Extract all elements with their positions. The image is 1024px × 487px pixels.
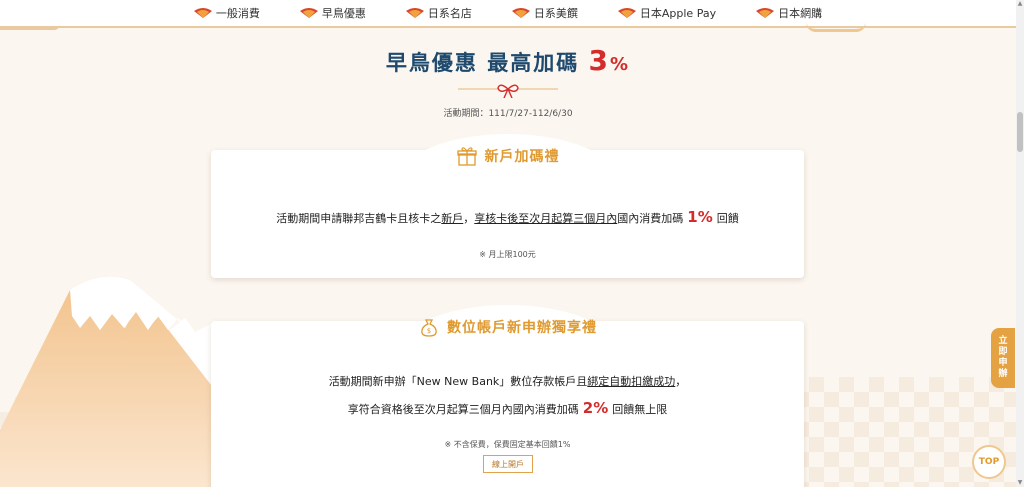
scrollbar-thumb[interactable]	[1017, 112, 1023, 152]
apply-char: 辦	[998, 369, 1008, 379]
nav-item-early-bird[interactable]: 早鳥優惠	[280, 5, 386, 21]
bonus-rate: 1%	[687, 208, 713, 226]
nav-item-label: 日系名店	[427, 7, 472, 20]
money-bag-icon: $	[421, 319, 437, 337]
fan-icon	[617, 8, 636, 18]
page-title: 早鳥優惠 最高加碼 3%	[0, 44, 1016, 77]
apply-char: 申	[998, 358, 1008, 368]
footnote: ※ 月上限100元	[479, 250, 536, 259]
nav-item-japan-online-shopping[interactable]: 日本網購	[736, 5, 842, 21]
max-bonus-number: 3	[588, 44, 611, 77]
nav-item-japan-apple-pay[interactable]: 日本Apple Pay	[598, 5, 736, 21]
svg-text:$: $	[427, 327, 431, 335]
nav-item-japanese-dining[interactable]: 日系美饌	[492, 5, 598, 21]
desc-text: 國內消費加碼	[617, 212, 684, 225]
card-description-line-1: 活動期間新申辦「New New Bank」數位存款帳戶且綁定自動扣繳成功，	[211, 373, 804, 389]
card-description-line-2: 享符合資格後至次月起算三個月內國內消費加碼 2% 回饋無上限	[211, 399, 804, 417]
desc-underlined-autopay: 綁定自動扣繳成功	[587, 375, 676, 388]
desc-text: 活動期間申請聯邦吉鶴卡且核卡之	[276, 212, 442, 225]
top-navigation: 一般消費 早鳥優惠 日系名店 日系美饌 日本Apple Pay 日本網購	[0, 0, 1016, 32]
scroll-up-arrow-icon[interactable]: ▲	[1016, 0, 1024, 8]
open-account-online-button[interactable]: 線上開戶	[483, 455, 533, 473]
apply-char: 立	[998, 336, 1008, 346]
fan-icon	[756, 8, 775, 18]
nav-item-label: 日系美饌	[533, 7, 578, 20]
desc-text: 享符合資格後至次月起算三個月內國內消費加碼	[347, 403, 579, 416]
apply-char: 即	[998, 347, 1008, 357]
apply-now-tab[interactable]: 立 即 申 辦	[991, 328, 1015, 388]
card-description: 活動期間申請聯邦吉鶴卡且核卡之新戶，享核卡後至次月起算三個月內國內消費加碼 1% 回…	[211, 208, 804, 226]
new-customer-bonus-card: 新戶加碼禮 活動期間申請聯邦吉鶴卡且核卡之新戶，享核卡後至次月起算三個月內國內消…	[211, 134, 804, 278]
card-title: 數位帳戶新申辦獨享禮	[447, 320, 597, 336]
desc-underlined-new-customer: 新戶	[441, 212, 464, 225]
card-title: 新戶加碼禮	[484, 149, 560, 165]
desc-underlined-period: 享核卡後至次月起算三個月內	[474, 212, 618, 225]
nav-item-general-spending[interactable]: 一般消費	[174, 5, 280, 21]
back-to-top-button[interactable]: TOP	[972, 445, 1006, 479]
bonus-rate: 2%	[582, 399, 609, 417]
nav-item-label: 日本網購	[778, 7, 823, 20]
fan-icon	[511, 8, 530, 18]
scrollbar[interactable]: ▲ ▼	[1016, 0, 1024, 487]
mount-fuji-illustration	[0, 276, 215, 487]
desc-text: 回饋無上限	[612, 403, 668, 416]
desc-text: 回饋	[716, 212, 739, 225]
scroll-down-arrow-icon[interactable]: ▼	[1016, 479, 1024, 487]
footnote: ※ 不含保費，保費固定基本回饋1%	[444, 440, 571, 449]
decorative-curve-right	[806, 22, 866, 32]
desc-text: ，	[675, 375, 687, 388]
page-title-text: 早鳥優惠 最高加碼	[385, 51, 580, 75]
nav-item-label: 一般消費	[215, 7, 260, 20]
nav-items: 一般消費 早鳥優惠 日系名店 日系美饌 日本Apple Pay 日本網購	[174, 5, 842, 21]
fan-icon	[193, 8, 212, 18]
fan-icon	[299, 8, 318, 18]
max-bonus-sign: %	[610, 54, 631, 75]
nav-item-label: 早鳥優惠	[321, 7, 366, 20]
decorative-curve-left	[0, 24, 60, 30]
fan-icon	[405, 8, 424, 18]
ribbon-bow-icon	[458, 84, 558, 98]
card-tab: 新戶加碼禮	[401, 134, 615, 178]
card-tab: $ 數位帳戶新申辦獨享禮	[401, 305, 615, 349]
campaign-period: 活動期間：111/7/27-112/6/30	[443, 109, 573, 119]
gift-icon	[456, 147, 477, 166]
nav-item-japanese-stores[interactable]: 日系名店	[386, 5, 492, 21]
max-bonus-percent: 3%	[589, 44, 631, 77]
nav-item-label: 日本Apple Pay	[639, 7, 717, 20]
desc-text: 活動期間新申辦「New New Bank」數位存款帳戶且	[328, 375, 588, 388]
desc-separator: ，	[463, 212, 475, 225]
digital-account-bonus-card: $ 數位帳戶新申辦獨享禮 活動期間新申辦「New New Bank」數位存款帳戶…	[211, 305, 804, 487]
